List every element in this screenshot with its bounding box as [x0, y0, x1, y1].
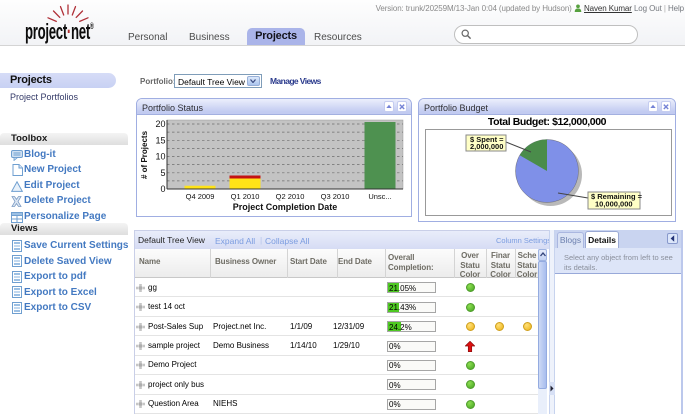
svg-text:5: 5 — [160, 168, 165, 178]
svg-text:10: 10 — [155, 152, 165, 162]
svg-text:10,000,000: 10,000,000 — [595, 200, 633, 209]
svg-text:Q4 2009: Q4 2009 — [186, 192, 215, 201]
svg-text:Q1 2010: Q1 2010 — [231, 192, 260, 201]
svg-text:Q2 2010: Q2 2010 — [276, 192, 305, 201]
svg-text:20: 20 — [155, 119, 165, 129]
svg-text:0: 0 — [160, 184, 165, 194]
svg-text:# of Projects: # of Projects — [140, 130, 149, 179]
svg-text:Q3 2010: Q3 2010 — [321, 192, 350, 201]
svg-text:15: 15 — [155, 135, 165, 145]
svg-text:Unsc...: Unsc... — [368, 192, 391, 201]
svg-text:Project Completion Date: Project Completion Date — [233, 202, 338, 212]
svg-text:2,000,000: 2,000,000 — [470, 142, 503, 151]
